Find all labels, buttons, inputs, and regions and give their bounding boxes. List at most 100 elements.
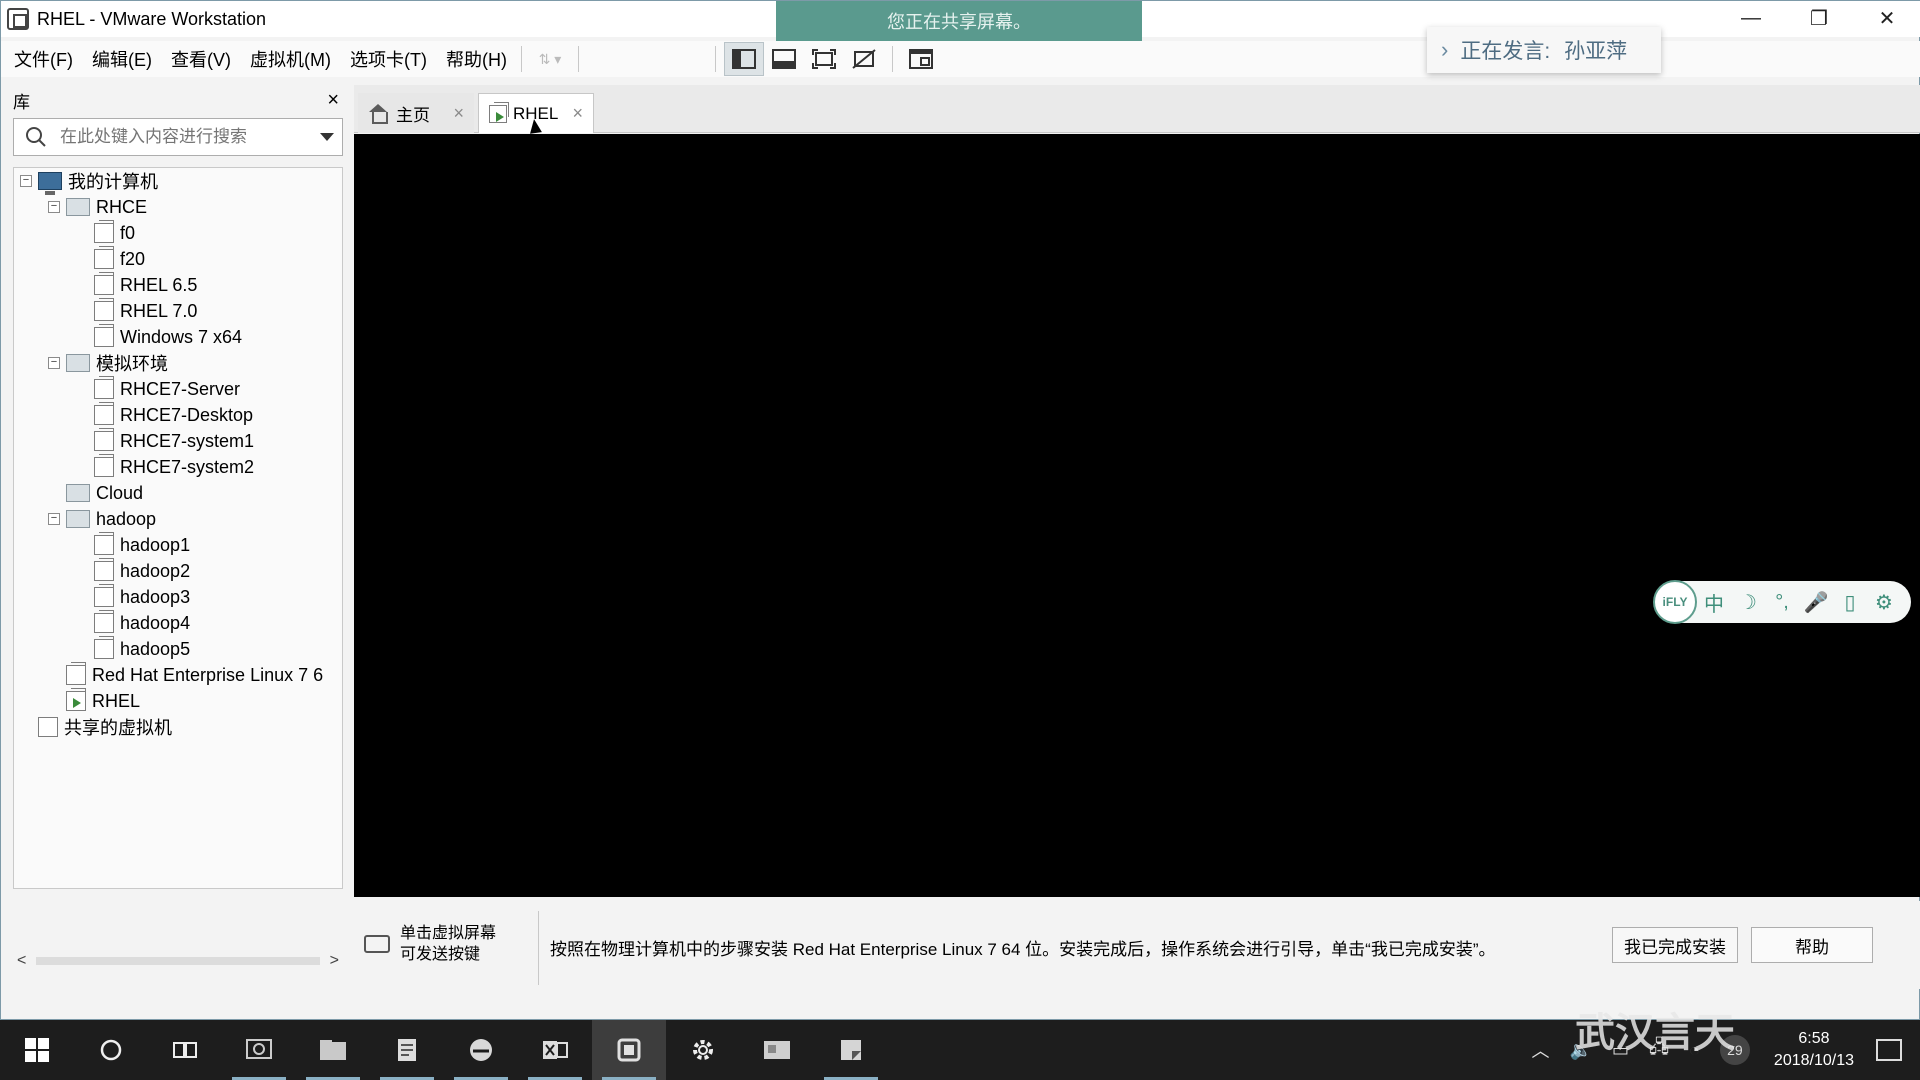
tree-vm-item[interactable]: RHCE7-system1 (94, 428, 254, 454)
vm-icon (94, 454, 114, 477)
tree-vm-rhel[interactable]: RHEL (66, 688, 140, 714)
tray-expand-icon[interactable]: ︿ (1522, 1037, 1560, 1063)
folder-icon (66, 354, 90, 372)
console-view-icon[interactable] (901, 42, 941, 76)
tree-vm-item[interactable]: hadoop1 (94, 532, 190, 558)
vm-icon (94, 298, 114, 321)
ifly-logo[interactable]: iFLY (1653, 580, 1697, 624)
vm-icon (94, 584, 114, 607)
show-library-icon[interactable] (723, 42, 764, 76)
restore-button[interactable]: ❐ (1785, 1, 1853, 35)
toolbar-separator (714, 46, 716, 72)
folder-icon (66, 198, 90, 216)
collapse-icon[interactable]: − (20, 175, 32, 187)
scroll-left-icon[interactable]: < (17, 952, 26, 970)
menu-edit[interactable]: 编辑(E) (86, 46, 158, 72)
settings-gear-icon[interactable] (666, 1020, 740, 1080)
taskbar-app-search-icon[interactable] (222, 1020, 296, 1080)
speaker-name: 孙亚萍 (1564, 40, 1628, 63)
vm-icon (94, 402, 114, 425)
punctuation-icon[interactable]: °, (1765, 591, 1799, 614)
file-explorer-icon[interactable] (296, 1020, 370, 1080)
cortana-icon[interactable] (74, 1020, 148, 1080)
watermark: 武汉言天 (1575, 1011, 1735, 1055)
search-icon (26, 127, 46, 147)
power-dropdown-icon[interactable]: ⇅ ▾ (530, 42, 570, 76)
minimize-button[interactable]: — (1717, 1, 1785, 35)
tree-folder-hadoop[interactable]: hadoop (66, 506, 156, 532)
tree-node-shared-vms[interactable]: 共享的虚拟机 (38, 714, 172, 740)
tree-vm-item[interactable]: hadoop4 (94, 610, 190, 636)
speaker-label: 正在发言: (1460, 40, 1551, 63)
vm-icon (66, 662, 86, 685)
collapse-icon[interactable]: − (48, 513, 60, 525)
tree-folder-cloud[interactable]: Cloud (66, 480, 143, 506)
library-search (13, 118, 343, 156)
menu-view[interactable]: 查看(V) (165, 46, 237, 72)
tree-vm-item[interactable]: f20 (94, 246, 145, 272)
menu-file[interactable]: 文件(F) (8, 46, 79, 72)
tree-node-my-computer[interactable]: 我的计算机 (38, 168, 158, 195)
tree-folder-sim-env[interactable]: 模拟环境 (66, 350, 168, 376)
folder-icon (66, 484, 90, 502)
search-dropdown-icon[interactable] (320, 133, 334, 141)
close-library-icon[interactable]: × (327, 89, 339, 112)
home-icon (368, 104, 388, 124)
tree-vm-item[interactable]: f0 (94, 220, 135, 246)
toolbar-separator (577, 46, 579, 72)
chinese-mode-icon[interactable]: 中 (1697, 588, 1731, 617)
scrollbar-thumb[interactable] (36, 957, 320, 965)
settings-gear-icon[interactable]: ⚙ (1867, 590, 1901, 615)
tree-vm-item[interactable]: RHEL 6.5 (94, 272, 197, 298)
active-speaker-indicator[interactable]: › 正在发言: 孙亚萍 (1427, 27, 1661, 73)
tree-vm-item[interactable]: hadoop5 (94, 636, 190, 662)
tree-vm-item[interactable]: hadoop2 (94, 558, 190, 584)
vm-icon (94, 558, 114, 581)
tree-vm-item[interactable]: RHCE7-Desktop (94, 402, 253, 428)
taskbar-clock[interactable]: 6:58 2018/10/13 (1774, 1028, 1854, 1072)
moon-icon[interactable]: ☽ (1731, 590, 1765, 615)
notification-center-icon[interactable] (1876, 1039, 1902, 1061)
vm-icon (94, 376, 114, 399)
close-tab-icon[interactable]: × (572, 103, 583, 124)
menu-help[interactable]: 帮助(H) (440, 46, 513, 72)
tree-vm-item[interactable]: hadoop3 (94, 584, 190, 610)
unity-mode-icon[interactable] (844, 42, 884, 76)
close-tab-icon[interactable]: × (453, 103, 464, 124)
tree-vm-item[interactable]: RHEL 7.0 (94, 298, 197, 324)
close-window-button[interactable]: ✕ (1853, 1, 1920, 35)
tree-folder-rhce[interactable]: RHCE (66, 194, 147, 220)
remote-desktop-icon[interactable] (740, 1020, 814, 1080)
collapse-icon[interactable]: − (48, 201, 60, 213)
menu-vm[interactable]: 虚拟机(M) (244, 46, 337, 72)
microphone-icon[interactable]: 🎤 (1799, 590, 1833, 615)
vm-console-screen[interactable] (354, 134, 1920, 897)
screen-share-banner: 您正在共享屏幕。 (776, 1, 1142, 41)
tree-vm-item[interactable]: RHCE7-system2 (94, 454, 254, 480)
edge-browser-icon[interactable] (444, 1020, 518, 1080)
full-screen-icon[interactable] (804, 42, 844, 76)
tree-vm-rhel7[interactable]: Red Hat Enterprise Linux 7 6 (66, 662, 323, 688)
menu-tabs[interactable]: 选项卡(T) (344, 46, 433, 72)
thumbnail-bar-icon[interactable] (764, 42, 804, 76)
scroll-right-icon[interactable]: > (330, 952, 339, 970)
vm-icon (94, 324, 114, 347)
collapse-icon[interactable]: − (48, 357, 60, 369)
task-view-icon[interactable] (148, 1020, 222, 1080)
excel-icon[interactable] (518, 1020, 592, 1080)
vmware-taskbar-icon[interactable] (592, 1020, 666, 1080)
note-app-icon[interactable] (814, 1020, 888, 1080)
start-button[interactable] (0, 1020, 74, 1080)
finished-install-button[interactable]: 我已完成安装 (1612, 927, 1738, 963)
document-app-icon[interactable] (370, 1020, 444, 1080)
library-search-input[interactable] (60, 127, 320, 147)
tree-vm-item[interactable]: Windows 7 x64 (94, 324, 242, 350)
clock-date: 2018/10/13 (1773, 1052, 1854, 1069)
tree-vm-item[interactable]: RHCE7-Server (94, 376, 240, 402)
tab-home[interactable]: 主页 × (358, 93, 474, 133)
clock-time: 6:58 (1798, 1030, 1830, 1047)
library-horizontal-scrollbar[interactable]: < > (13, 951, 343, 971)
help-button[interactable]: 帮助 (1751, 927, 1873, 963)
keyboard-icon[interactable]: ▯ (1833, 590, 1867, 615)
shared-vm-icon (38, 717, 58, 737)
